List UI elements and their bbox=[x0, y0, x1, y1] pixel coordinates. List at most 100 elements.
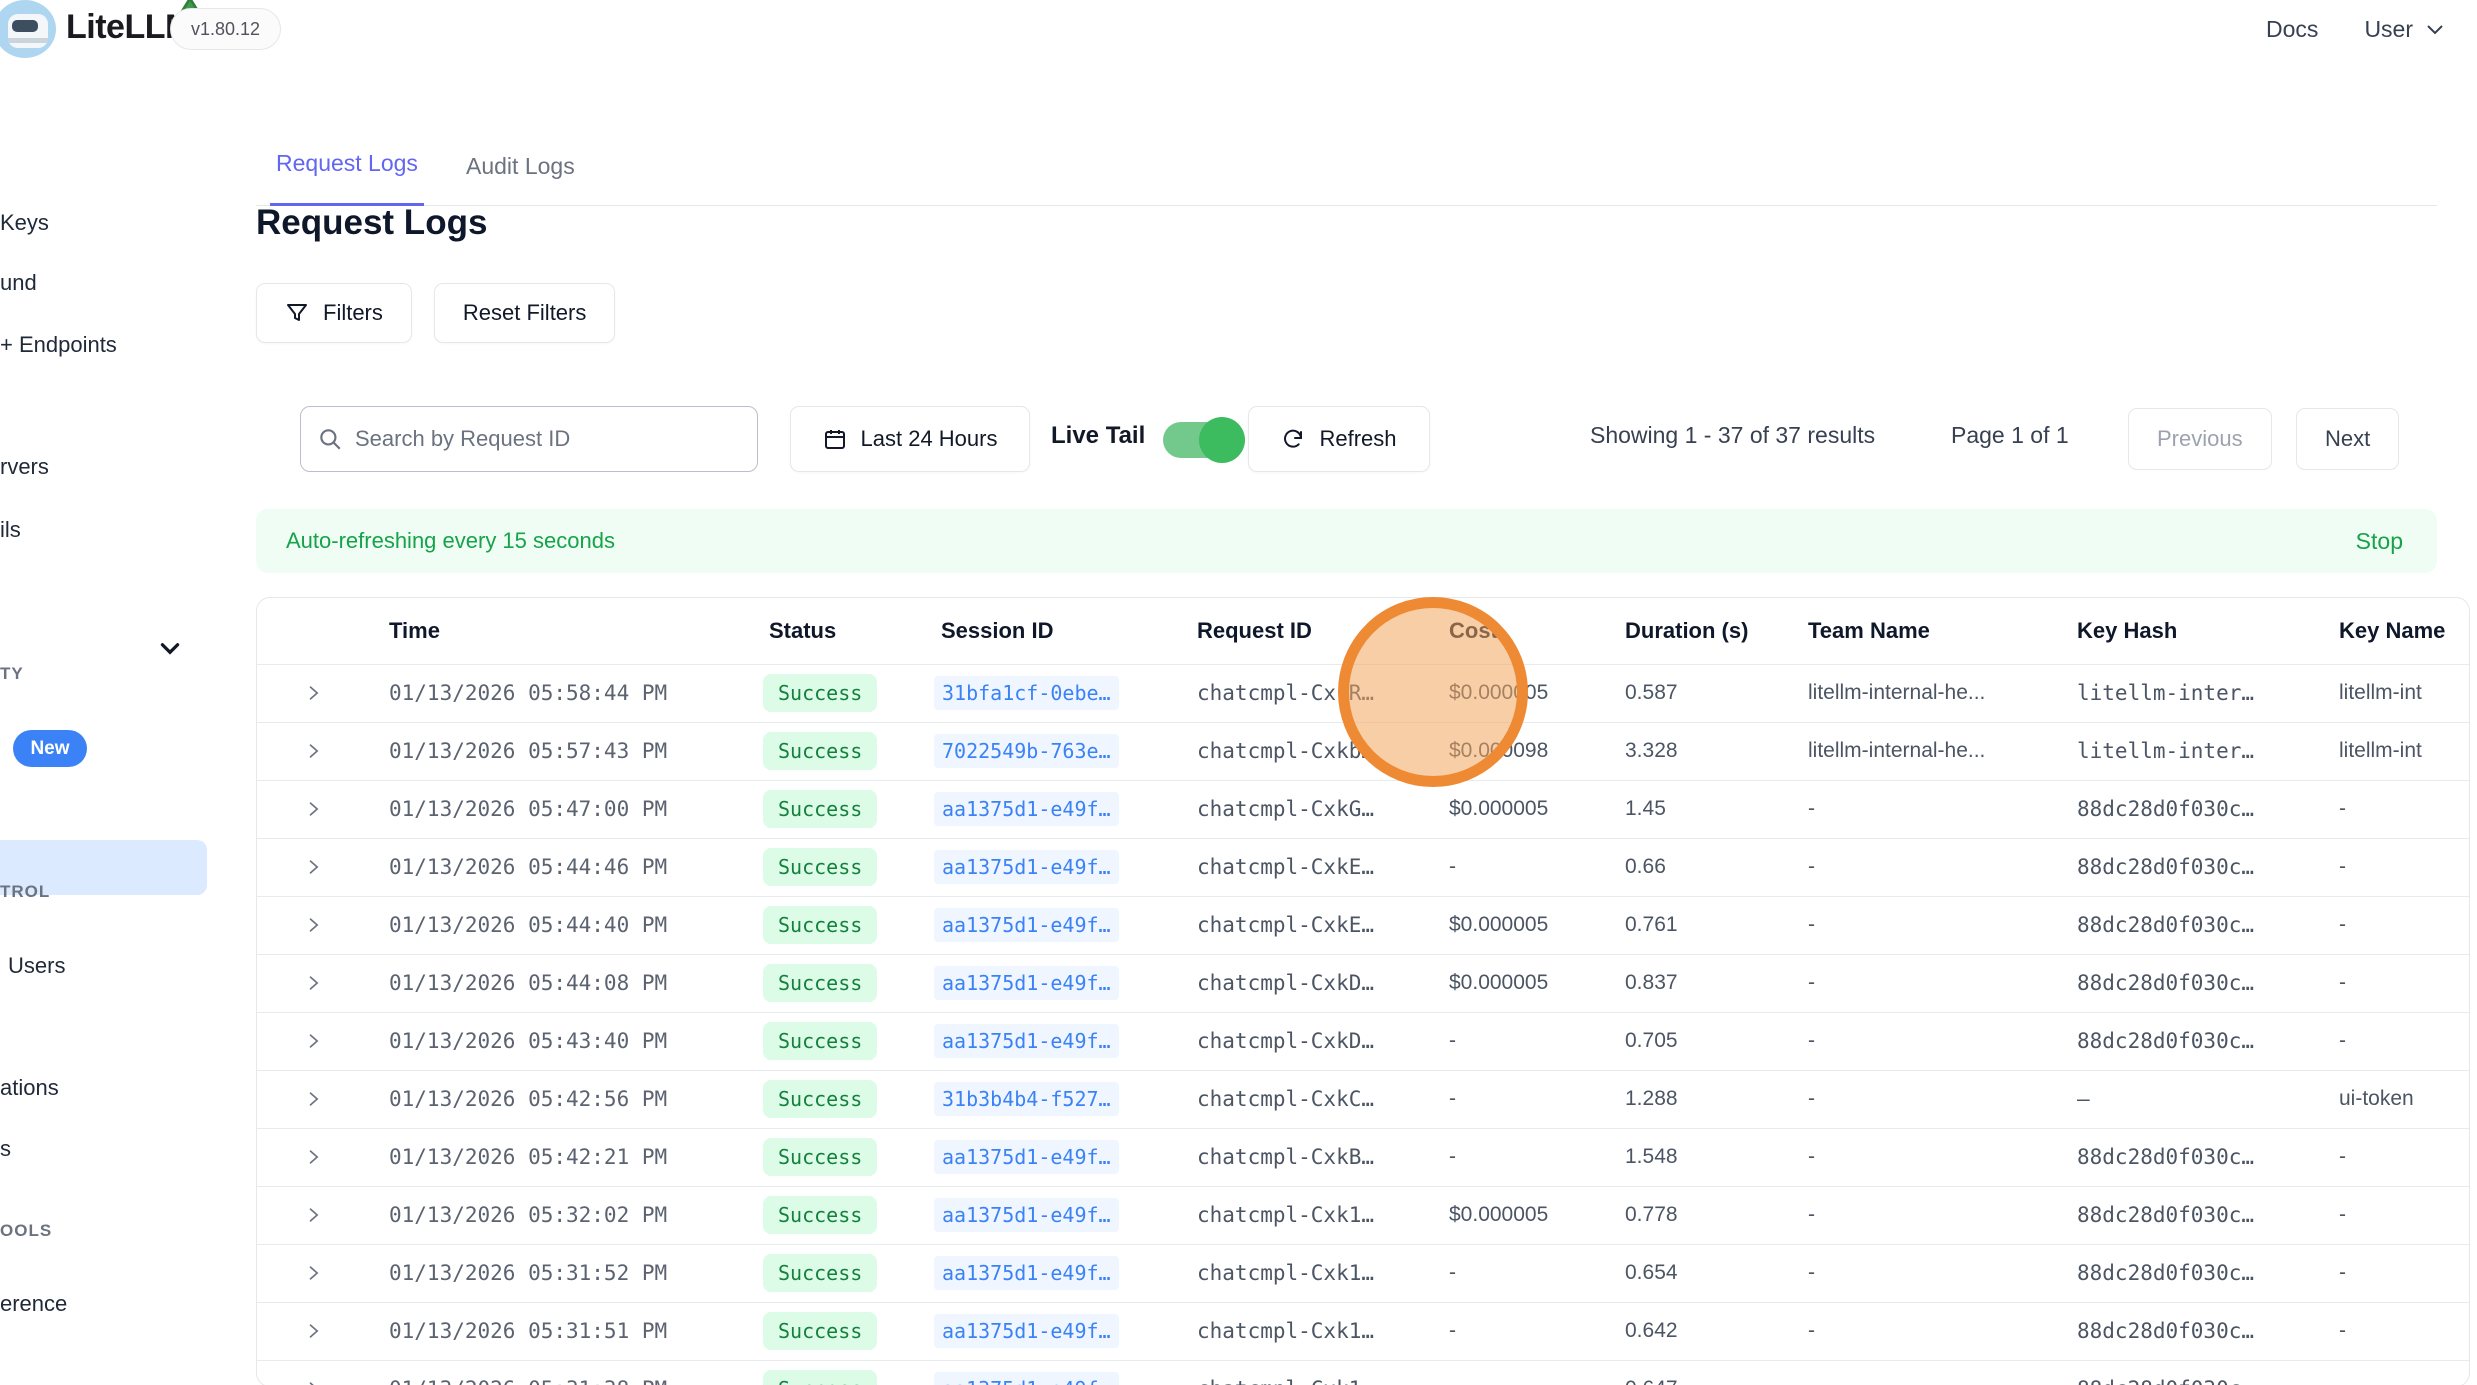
page-info: Page 1 of 1 bbox=[1951, 422, 2069, 449]
topbar-right: Docs User bbox=[2266, 0, 2447, 58]
request-id-cell: chatcmpl-CxkG… bbox=[1177, 780, 1429, 838]
expand-chevron-icon[interactable] bbox=[296, 966, 330, 1000]
sidebar-item-teams[interactable]: s bbox=[0, 1136, 11, 1162]
session-id-link[interactable]: aa1375d1-e49f… bbox=[934, 1256, 1119, 1290]
session-id-link[interactable]: aa1375d1-e49f… bbox=[934, 1198, 1119, 1232]
session-id-link[interactable]: aa1375d1-e49f… bbox=[934, 850, 1119, 884]
expand-chevron-icon[interactable] bbox=[296, 1140, 330, 1174]
stop-auto-refresh-link[interactable]: Stop bbox=[2356, 528, 2403, 555]
expand-cell bbox=[257, 1302, 369, 1360]
sidebar-item-playground[interactable]: und bbox=[0, 270, 37, 296]
session-id-link[interactable]: aa1375d1-e49f… bbox=[934, 1024, 1119, 1058]
session-id-link[interactable]: 31b3b4b4-f527… bbox=[934, 1082, 1119, 1116]
tab-request-logs[interactable]: Request Logs bbox=[270, 122, 424, 206]
table-row[interactable]: 01/13/2026 05:44:08 PM Success aa1375d1-… bbox=[257, 954, 2470, 1012]
cost-cell: $0.000005 bbox=[1429, 896, 1605, 954]
duration-cell: 1.45 bbox=[1605, 780, 1788, 838]
table-row[interactable]: 01/13/2026 05:44:46 PM Success aa1375d1-… bbox=[257, 838, 2470, 896]
user-menu[interactable]: User bbox=[2364, 16, 2447, 43]
expand-chevron-icon[interactable] bbox=[296, 676, 330, 710]
version-label: v1.80.12 bbox=[191, 19, 260, 40]
logs-tabs: Request Logs Audit Logs bbox=[256, 122, 2437, 206]
docs-link[interactable]: Docs bbox=[2266, 16, 2318, 43]
key-hash-cell: 88dc28d0f030c… bbox=[2057, 1128, 2319, 1186]
expand-chevron-icon[interactable] bbox=[296, 1314, 330, 1348]
table-row[interactable]: 01/13/2026 05:31:52 PM Success aa1375d1-… bbox=[257, 1244, 2470, 1302]
previous-page-button[interactable]: Previous bbox=[2128, 408, 2272, 470]
sidebar-item-servers[interactable]: rvers bbox=[0, 454, 49, 480]
table-row[interactable]: 01/13/2026 05:58:44 PM Success 31bfa1cf-… bbox=[257, 664, 2470, 722]
expand-chevron-icon[interactable] bbox=[296, 908, 330, 942]
expand-chevron-icon[interactable] bbox=[296, 1256, 330, 1290]
session-id-cell: aa1375d1-e49f… bbox=[921, 1128, 1177, 1186]
session-id-link[interactable]: aa1375d1-e49f… bbox=[934, 792, 1119, 826]
expand-chevron-icon[interactable] bbox=[296, 1082, 330, 1116]
sidebar-section-tools: OOLS bbox=[0, 1221, 52, 1241]
session-id-link[interactable]: aa1375d1-e49f… bbox=[934, 966, 1119, 1000]
sidebar-item-inference[interactable]: erence bbox=[0, 1291, 67, 1317]
key-name-cell: - bbox=[2319, 780, 2470, 838]
session-id-link[interactable]: aa1375d1-e49f… bbox=[934, 1140, 1119, 1174]
duration-cell: 0.587 bbox=[1605, 664, 1788, 722]
time-range-button[interactable]: Last 24 Hours bbox=[790, 406, 1030, 472]
table-row[interactable]: 01/13/2026 05:31:51 PM Success aa1375d1-… bbox=[257, 1302, 2470, 1360]
table-row[interactable]: 01/13/2026 05:57:43 PM Success 7022549b-… bbox=[257, 722, 2470, 780]
key-name-cell: litellm-int bbox=[2319, 722, 2470, 780]
session-id-link[interactable]: 7022549b-763e… bbox=[934, 734, 1119, 768]
session-id-cell: aa1375d1-e49f… bbox=[921, 1244, 1177, 1302]
key-hash-cell: 88dc28d0f030c… bbox=[2057, 954, 2319, 1012]
table-row[interactable]: 01/13/2026 05:42:56 PM Success 31b3b4b4-… bbox=[257, 1070, 2470, 1128]
key-name-cell: - bbox=[2319, 838, 2470, 896]
expand-chevron-icon[interactable] bbox=[296, 1372, 330, 1385]
status-badge: Success bbox=[763, 790, 877, 828]
session-id-link[interactable]: aa1375d1-e49f… bbox=[934, 908, 1119, 942]
expand-chevron-icon[interactable] bbox=[296, 792, 330, 826]
search-input[interactable] bbox=[355, 426, 741, 452]
time-cell: 01/13/2026 05:44:40 PM bbox=[369, 896, 749, 954]
request-id-cell: chatcmpl-CxkE… bbox=[1177, 838, 1429, 896]
team-name-cell: - bbox=[1788, 1070, 2057, 1128]
time-cell: 01/13/2026 05:42:56 PM bbox=[369, 1070, 749, 1128]
sidebar-item-organizations[interactable]: ations bbox=[0, 1075, 59, 1101]
filters-button[interactable]: Filters bbox=[256, 283, 412, 343]
tab-audit-logs[interactable]: Audit Logs bbox=[466, 122, 575, 206]
team-name-cell: - bbox=[1788, 954, 2057, 1012]
team-name-cell: - bbox=[1788, 1360, 2057, 1385]
request-id-cell: chatcmpl-Cxk1… bbox=[1177, 1186, 1429, 1244]
request-id-cell: chatcmpl-CxkD… bbox=[1177, 954, 1429, 1012]
table-row[interactable]: 01/13/2026 05:43:40 PM Success aa1375d1-… bbox=[257, 1012, 2470, 1070]
expand-chevron-icon[interactable] bbox=[296, 734, 330, 768]
user-menu-label: User bbox=[2364, 16, 2413, 43]
table-row[interactable]: 01/13/2026 05:32:02 PM Success aa1375d1-… bbox=[257, 1186, 2470, 1244]
next-page-button[interactable]: Next bbox=[2296, 408, 2399, 470]
request-id-cell: chatcmpl-Cxk1… bbox=[1177, 1244, 1429, 1302]
status-badge: Success bbox=[763, 906, 877, 944]
sidebar-collapse-chevron-icon[interactable] bbox=[152, 630, 188, 666]
refresh-button[interactable]: Refresh bbox=[1248, 406, 1430, 472]
reset-filters-button[interactable]: Reset Filters bbox=[434, 283, 615, 343]
time-cell: 01/13/2026 05:44:46 PM bbox=[369, 838, 749, 896]
session-id-cell: aa1375d1-e49f… bbox=[921, 1012, 1177, 1070]
session-id-link[interactable]: aa1375d1-e49f… bbox=[934, 1372, 1119, 1385]
expand-cell bbox=[257, 954, 369, 1012]
session-id-link[interactable]: 31bfa1cf-0ebe… bbox=[934, 676, 1119, 710]
table-row[interactable]: 01/13/2026 05:31:38 PM Success aa1375d1-… bbox=[257, 1360, 2470, 1385]
key-hash-cell: 88dc28d0f030c… bbox=[2057, 896, 2319, 954]
expand-chevron-icon[interactable] bbox=[296, 1024, 330, 1058]
session-id-link[interactable]: aa1375d1-e49f… bbox=[934, 1314, 1119, 1348]
table-row[interactable]: 01/13/2026 05:44:40 PM Success aa1375d1-… bbox=[257, 896, 2470, 954]
table-row[interactable]: 01/13/2026 05:47:00 PM Success aa1375d1-… bbox=[257, 780, 2470, 838]
cost-cell: $0.000005 bbox=[1429, 780, 1605, 838]
sidebar-item-endpoints[interactable]: + Endpoints bbox=[0, 332, 117, 358]
expand-cell bbox=[257, 1070, 369, 1128]
table-row[interactable]: 01/13/2026 05:42:21 PM Success aa1375d1-… bbox=[257, 1128, 2470, 1186]
status-badge: Success bbox=[763, 1370, 877, 1385]
header-key-hash: Key Hash bbox=[2057, 598, 2319, 664]
expand-chevron-icon[interactable] bbox=[296, 1198, 330, 1232]
sidebar-item-users[interactable]: Users bbox=[8, 953, 65, 979]
status-badge: Success bbox=[763, 1254, 877, 1292]
expand-chevron-icon[interactable] bbox=[296, 850, 330, 884]
live-tail-toggle[interactable] bbox=[1163, 422, 1239, 458]
sidebar-item-guardrails[interactable]: ils bbox=[0, 517, 21, 543]
sidebar-item-keys[interactable]: Keys bbox=[0, 210, 49, 236]
